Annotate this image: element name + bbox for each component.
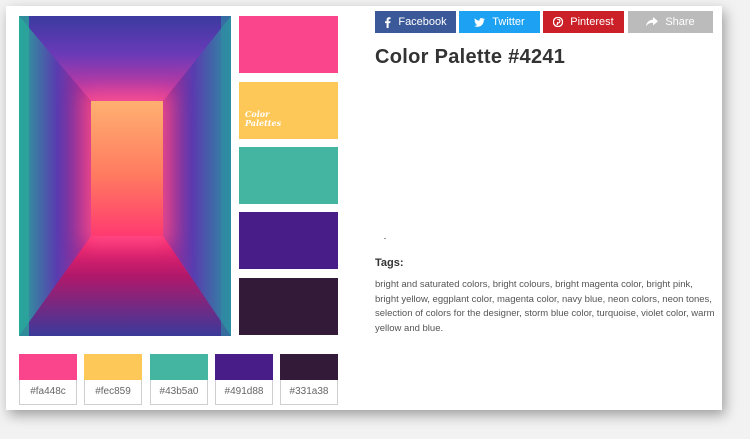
color-chip-3[interactable]: #43b5a0 xyxy=(150,354,208,406)
neon-corridor-photo xyxy=(19,16,231,336)
share-button[interactable]: Share xyxy=(628,11,713,33)
hex-code: #fa448c xyxy=(19,380,77,405)
swatch-2: Color Palettes xyxy=(239,82,338,139)
hex-code: #491d88 xyxy=(215,380,273,405)
share-label: Share xyxy=(665,16,695,28)
chip-fill xyxy=(84,354,142,380)
facebook-label: Facebook xyxy=(398,16,447,28)
chip-fill xyxy=(280,354,338,380)
twitter-label: Twitter xyxy=(492,16,525,28)
hex-code: #fec859 xyxy=(84,380,142,405)
pinterest-share-button[interactable]: Pinterest xyxy=(543,11,624,33)
hex-code: #43b5a0 xyxy=(150,380,208,405)
chip-fill xyxy=(19,354,77,380)
brand-watermark: Color Palettes xyxy=(245,109,282,128)
palette-card: Color Palettes #fa448c #fec859 #43b5a0 #4… xyxy=(6,6,722,410)
swatch-1 xyxy=(239,16,338,73)
color-chip-2[interactable]: #fec859 xyxy=(84,354,142,406)
chip-fill xyxy=(150,354,208,380)
swatch-4 xyxy=(239,212,338,269)
share-icon xyxy=(646,17,659,27)
facebook-icon xyxy=(384,16,391,28)
pinterest-label: Pinterest xyxy=(570,16,614,28)
page-title: Color Palette #4241 xyxy=(375,46,566,68)
pinterest-icon xyxy=(553,17,564,27)
twitter-icon xyxy=(474,17,486,27)
decorative-dot xyxy=(384,238,386,239)
chip-fill xyxy=(215,354,273,380)
tags-label: Tags: xyxy=(375,257,404,269)
twitter-share-button[interactable]: Twitter xyxy=(459,11,540,33)
color-chip-5[interactable]: #331a38 xyxy=(280,354,338,406)
swatch-5 xyxy=(239,278,338,335)
facebook-share-button[interactable]: Facebook xyxy=(375,11,456,33)
color-chip-4[interactable]: #491d88 xyxy=(215,354,273,406)
swatch-3 xyxy=(239,147,338,204)
tags-list: bright and saturated colors, bright colo… xyxy=(375,279,715,334)
color-chip-1[interactable]: #fa448c xyxy=(19,354,77,406)
hex-code: #331a38 xyxy=(280,380,338,405)
